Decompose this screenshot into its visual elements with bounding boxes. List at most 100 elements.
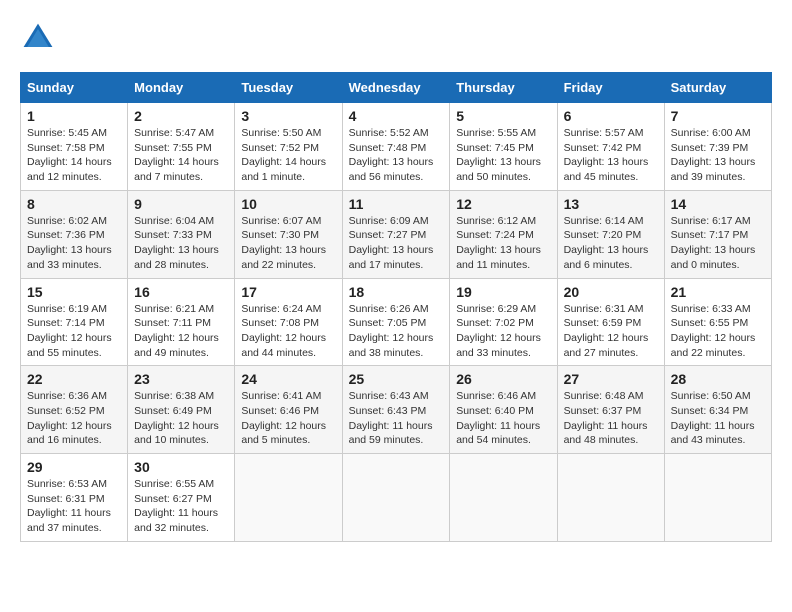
day-number: 4 [349, 108, 444, 124]
calendar-cell: 28 Sunrise: 6:50 AMSunset: 6:34 PMDaylig… [664, 366, 771, 454]
day-detail: Sunrise: 6:00 AMSunset: 7:39 PMDaylight:… [671, 127, 756, 183]
week-row-5: 29 Sunrise: 6:53 AMSunset: 6:31 PMDaylig… [21, 454, 772, 542]
day-number: 10 [241, 196, 335, 212]
day-detail: Sunrise: 6:31 AMSunset: 6:59 PMDaylight:… [564, 303, 649, 359]
calendar-cell [664, 454, 771, 542]
day-number: 29 [27, 459, 121, 475]
day-number: 24 [241, 371, 335, 387]
day-number: 1 [27, 108, 121, 124]
day-detail: Sunrise: 6:17 AMSunset: 7:17 PMDaylight:… [671, 215, 756, 271]
calendar-cell [557, 454, 664, 542]
day-number: 25 [349, 371, 444, 387]
day-number: 23 [134, 371, 228, 387]
day-detail: Sunrise: 6:41 AMSunset: 6:46 PMDaylight:… [241, 390, 326, 446]
day-number: 22 [27, 371, 121, 387]
day-detail: Sunrise: 6:09 AMSunset: 7:27 PMDaylight:… [349, 215, 434, 271]
calendar-cell: 3 Sunrise: 5:50 AMSunset: 7:52 PMDayligh… [235, 103, 342, 191]
day-detail: Sunrise: 6:12 AMSunset: 7:24 PMDaylight:… [456, 215, 541, 271]
day-detail: Sunrise: 5:55 AMSunset: 7:45 PMDaylight:… [456, 127, 541, 183]
calendar-cell: 1 Sunrise: 5:45 AMSunset: 7:58 PMDayligh… [21, 103, 128, 191]
day-detail: Sunrise: 6:26 AMSunset: 7:05 PMDaylight:… [349, 303, 434, 359]
calendar-cell: 2 Sunrise: 5:47 AMSunset: 7:55 PMDayligh… [128, 103, 235, 191]
day-number: 26 [456, 371, 550, 387]
day-number: 8 [27, 196, 121, 212]
calendar-cell: 9 Sunrise: 6:04 AMSunset: 7:33 PMDayligh… [128, 190, 235, 278]
day-number: 27 [564, 371, 658, 387]
day-detail: Sunrise: 6:29 AMSunset: 7:02 PMDaylight:… [456, 303, 541, 359]
calendar-cell: 5 Sunrise: 5:55 AMSunset: 7:45 PMDayligh… [450, 103, 557, 191]
calendar-cell: 4 Sunrise: 5:52 AMSunset: 7:48 PMDayligh… [342, 103, 450, 191]
day-detail: Sunrise: 6:43 AMSunset: 6:43 PMDaylight:… [349, 390, 433, 446]
day-number: 28 [671, 371, 765, 387]
day-number: 19 [456, 284, 550, 300]
day-number: 14 [671, 196, 765, 212]
day-number: 7 [671, 108, 765, 124]
calendar-cell [450, 454, 557, 542]
calendar-cell: 13 Sunrise: 6:14 AMSunset: 7:20 PMDaylig… [557, 190, 664, 278]
calendar-cell: 30 Sunrise: 6:55 AMSunset: 6:27 PMDaylig… [128, 454, 235, 542]
day-detail: Sunrise: 6:53 AMSunset: 6:31 PMDaylight:… [27, 478, 111, 534]
day-detail: Sunrise: 6:38 AMSunset: 6:49 PMDaylight:… [134, 390, 219, 446]
calendar-cell: 7 Sunrise: 6:00 AMSunset: 7:39 PMDayligh… [664, 103, 771, 191]
day-number: 11 [349, 196, 444, 212]
col-header-saturday: Saturday [664, 73, 771, 103]
day-number: 9 [134, 196, 228, 212]
page-header [20, 20, 772, 56]
day-number: 30 [134, 459, 228, 475]
day-detail: Sunrise: 5:57 AMSunset: 7:42 PMDaylight:… [564, 127, 649, 183]
calendar-cell: 21 Sunrise: 6:33 AMSunset: 6:55 PMDaylig… [664, 278, 771, 366]
day-detail: Sunrise: 6:07 AMSunset: 7:30 PMDaylight:… [241, 215, 326, 271]
col-header-wednesday: Wednesday [342, 73, 450, 103]
day-number: 6 [564, 108, 658, 124]
day-detail: Sunrise: 5:47 AMSunset: 7:55 PMDaylight:… [134, 127, 219, 183]
calendar-cell [342, 454, 450, 542]
day-detail: Sunrise: 6:33 AMSunset: 6:55 PMDaylight:… [671, 303, 756, 359]
week-row-4: 22 Sunrise: 6:36 AMSunset: 6:52 PMDaylig… [21, 366, 772, 454]
col-header-thursday: Thursday [450, 73, 557, 103]
day-number: 12 [456, 196, 550, 212]
day-detail: Sunrise: 6:36 AMSunset: 6:52 PMDaylight:… [27, 390, 112, 446]
day-number: 13 [564, 196, 658, 212]
calendar-cell: 24 Sunrise: 6:41 AMSunset: 6:46 PMDaylig… [235, 366, 342, 454]
calendar-cell: 27 Sunrise: 6:48 AMSunset: 6:37 PMDaylig… [557, 366, 664, 454]
day-detail: Sunrise: 5:52 AMSunset: 7:48 PMDaylight:… [349, 127, 434, 183]
day-detail: Sunrise: 6:14 AMSunset: 7:20 PMDaylight:… [564, 215, 649, 271]
calendar-cell: 15 Sunrise: 6:19 AMSunset: 7:14 PMDaylig… [21, 278, 128, 366]
day-number: 5 [456, 108, 550, 124]
week-row-3: 15 Sunrise: 6:19 AMSunset: 7:14 PMDaylig… [21, 278, 772, 366]
calendar-table: SundayMondayTuesdayWednesdayThursdayFrid… [20, 72, 772, 542]
day-number: 21 [671, 284, 765, 300]
day-detail: Sunrise: 6:21 AMSunset: 7:11 PMDaylight:… [134, 303, 219, 359]
calendar-cell: 14 Sunrise: 6:17 AMSunset: 7:17 PMDaylig… [664, 190, 771, 278]
col-header-tuesday: Tuesday [235, 73, 342, 103]
day-number: 20 [564, 284, 658, 300]
calendar-cell: 16 Sunrise: 6:21 AMSunset: 7:11 PMDaylig… [128, 278, 235, 366]
day-detail: Sunrise: 6:48 AMSunset: 6:37 PMDaylight:… [564, 390, 648, 446]
calendar-cell: 22 Sunrise: 6:36 AMSunset: 6:52 PMDaylig… [21, 366, 128, 454]
day-detail: Sunrise: 6:46 AMSunset: 6:40 PMDaylight:… [456, 390, 540, 446]
day-detail: Sunrise: 6:24 AMSunset: 7:08 PMDaylight:… [241, 303, 326, 359]
calendar-cell: 18 Sunrise: 6:26 AMSunset: 7:05 PMDaylig… [342, 278, 450, 366]
day-detail: Sunrise: 6:02 AMSunset: 7:36 PMDaylight:… [27, 215, 112, 271]
day-detail: Sunrise: 5:45 AMSunset: 7:58 PMDaylight:… [27, 127, 112, 183]
logo [20, 20, 62, 56]
calendar-cell: 19 Sunrise: 6:29 AMSunset: 7:02 PMDaylig… [450, 278, 557, 366]
day-detail: Sunrise: 6:50 AMSunset: 6:34 PMDaylight:… [671, 390, 755, 446]
calendar-cell [235, 454, 342, 542]
calendar-cell: 10 Sunrise: 6:07 AMSunset: 7:30 PMDaylig… [235, 190, 342, 278]
calendar-cell: 20 Sunrise: 6:31 AMSunset: 6:59 PMDaylig… [557, 278, 664, 366]
calendar-cell: 25 Sunrise: 6:43 AMSunset: 6:43 PMDaylig… [342, 366, 450, 454]
week-row-2: 8 Sunrise: 6:02 AMSunset: 7:36 PMDayligh… [21, 190, 772, 278]
col-header-monday: Monday [128, 73, 235, 103]
logo-icon [20, 20, 56, 56]
calendar-cell: 6 Sunrise: 5:57 AMSunset: 7:42 PMDayligh… [557, 103, 664, 191]
day-number: 16 [134, 284, 228, 300]
week-row-1: 1 Sunrise: 5:45 AMSunset: 7:58 PMDayligh… [21, 103, 772, 191]
day-detail: Sunrise: 6:04 AMSunset: 7:33 PMDaylight:… [134, 215, 219, 271]
day-number: 2 [134, 108, 228, 124]
calendar-cell: 26 Sunrise: 6:46 AMSunset: 6:40 PMDaylig… [450, 366, 557, 454]
calendar-cell: 8 Sunrise: 6:02 AMSunset: 7:36 PMDayligh… [21, 190, 128, 278]
day-detail: Sunrise: 6:55 AMSunset: 6:27 PMDaylight:… [134, 478, 218, 534]
day-number: 18 [349, 284, 444, 300]
col-header-friday: Friday [557, 73, 664, 103]
